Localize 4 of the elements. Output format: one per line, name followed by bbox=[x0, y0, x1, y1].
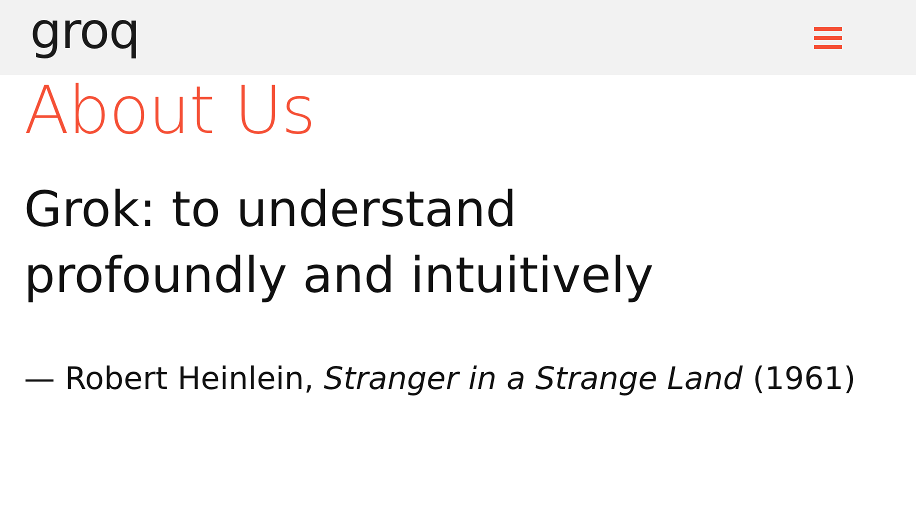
definition-text: Grok: to understand profoundly and intuitively bbox=[24, 180, 655, 306]
menu-icon[interactable] bbox=[814, 26, 842, 50]
page-heading: About Us bbox=[24, 75, 315, 147]
attribution-text: — Robert Heinlein, Stranger in a Strange Land (1961) bbox=[24, 360, 857, 399]
